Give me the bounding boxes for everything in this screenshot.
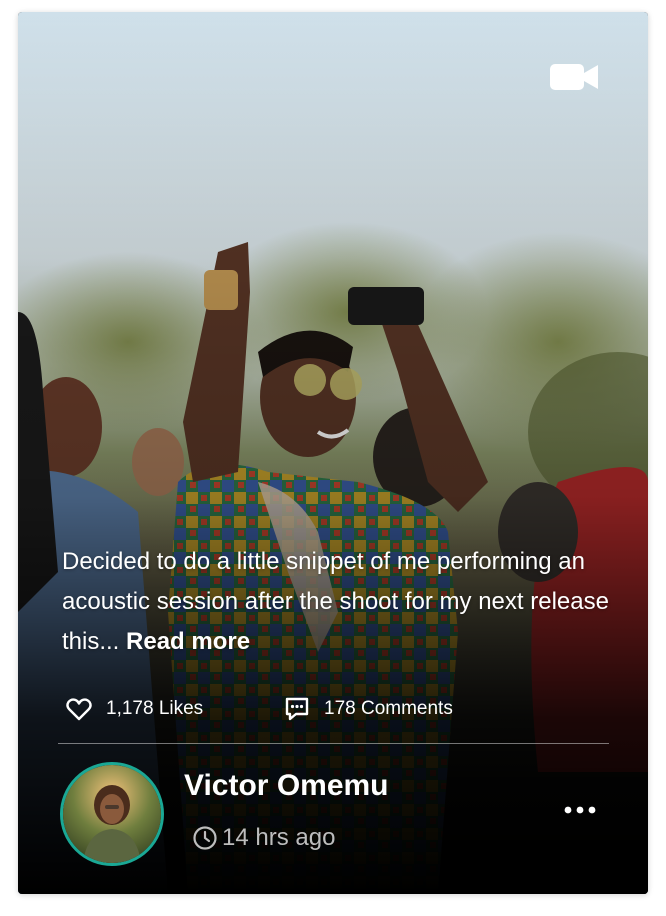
- time-ago: 14 hrs ago: [222, 824, 336, 851]
- divider: [58, 743, 609, 744]
- likes-count: 1,178 Likes: [106, 698, 204, 719]
- post-caption: Decided to do a little snippet of me per…: [62, 542, 622, 662]
- post-stats: 1,178 Likes 178 Comments: [64, 692, 624, 726]
- author-name[interactable]: Victor Omemu: [184, 769, 389, 803]
- comment-button[interactable]: 178 Comments: [284, 692, 453, 726]
- video-camera-icon: [550, 64, 598, 90]
- post-card[interactable]: Decided to do a little snippet of me per…: [18, 12, 648, 894]
- more-horizontal-icon[interactable]: [558, 797, 602, 823]
- post-time: 14 hrs ago: [192, 824, 335, 852]
- avatar-image: [63, 765, 161, 863]
- comment-icon: [285, 697, 309, 721]
- avatar[interactable]: [60, 762, 164, 866]
- comments-count: 178 Comments: [324, 698, 453, 719]
- heart-icon: [66, 698, 92, 721]
- clock-icon: [193, 826, 217, 850]
- read-more-link[interactable]: Read more: [126, 628, 250, 655]
- like-button[interactable]: 1,178 Likes: [66, 692, 203, 726]
